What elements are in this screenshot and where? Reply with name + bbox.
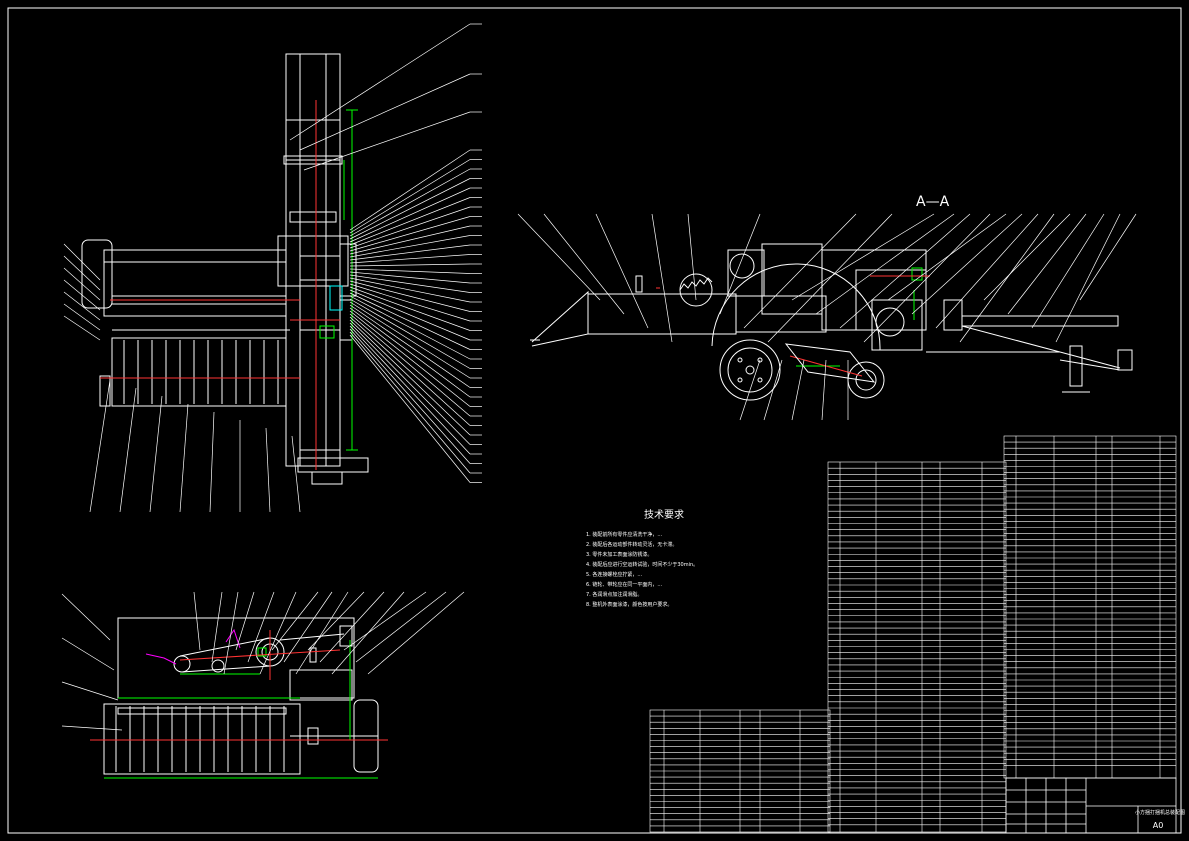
leader-line: [983, 213, 1071, 301]
leader-line: [595, 213, 649, 329]
leader-line: [743, 213, 857, 329]
leader-line: [935, 213, 1039, 329]
leader-line: [289, 23, 471, 141]
plan-tines: [115, 706, 285, 772]
leader-line: [61, 593, 111, 641]
notes-line: 4. 装配后应进行空运转试验，时间不少于30min。: [586, 561, 698, 568]
leader-line: [349, 254, 471, 264]
leader-line: [349, 197, 471, 246]
front-view: [81, 53, 369, 485]
notes-line: 5. 各连接螺栓应拧紧，...: [586, 571, 643, 578]
leader-line: [349, 168, 471, 237]
leader-line: [911, 213, 1023, 315]
leader-line: [349, 206, 471, 249]
leader-line: [303, 111, 471, 171]
leader-line: [193, 591, 201, 651]
leader-line: [223, 591, 239, 675]
sheet-border: [7, 7, 1182, 834]
leader-line: [349, 331, 471, 474]
leader-line: [61, 681, 119, 701]
leader-line: [291, 435, 301, 513]
plan-frame: [117, 617, 355, 699]
front-leader-lines: [63, 23, 482, 513]
notes-heading: 技术要求: [644, 508, 684, 521]
leader-line: [1055, 213, 1121, 343]
leader-line: [543, 213, 625, 315]
notes-line: 2. 装配后各运动部件转动灵活，无卡滞。: [586, 541, 677, 548]
side-centerlines: [656, 275, 930, 377]
leader-line: [349, 304, 471, 388]
leader-line: [211, 591, 223, 663]
leader-line: [349, 280, 471, 312]
side-chamber: [587, 293, 737, 335]
front-tines: [123, 340, 279, 404]
leader-line: [265, 427, 271, 513]
plan-view: [103, 617, 379, 775]
leader-line: [349, 310, 471, 407]
leader-line: [349, 325, 471, 455]
drawing-sheet: A—A 技术要求 1. 装配前所有零件应清洗干净，... 2. 装配后各运动部件…: [7, 7, 1185, 834]
sheet-size-label: A0: [1153, 821, 1164, 830]
leader-line: [349, 289, 471, 341]
leader-line: [349, 235, 471, 258]
leader-line: [179, 403, 189, 513]
leader-line: [815, 213, 955, 315]
plan-leader-lines: [61, 591, 465, 731]
leader-line: [739, 359, 761, 421]
notes-line: 8. 整机外表面涂漆，颜色按用户要求。: [586, 601, 672, 608]
side-gear-teeth: [679, 277, 713, 291]
front-column: [285, 53, 341, 467]
leader-line: [349, 286, 471, 331]
leader-line: [1079, 213, 1137, 301]
leader-line: [209, 411, 215, 513]
leader-line: [821, 359, 827, 421]
leader-line: [149, 395, 163, 513]
title-block: [1005, 777, 1177, 834]
leader-line: [791, 359, 805, 421]
leader-line: [259, 591, 297, 675]
notes-line: 1. 装配前所有零件应清洗干净，...: [586, 531, 663, 538]
side-leader-lines: [517, 213, 1137, 421]
leader-line: [887, 213, 1007, 301]
leader-line: [343, 591, 427, 651]
technical-notes: 技术要求 1. 装配前所有零件应清洗干净，... 2. 装配后各运动部件转动灵活…: [586, 508, 698, 608]
leader-line: [959, 213, 1055, 343]
front-housing: [103, 249, 287, 317]
leader-line: [349, 244, 471, 261]
notes-line: 3. 零件未加工表面涂防锈漆。: [586, 551, 652, 558]
leader-line: [119, 387, 137, 513]
leader-line: [271, 591, 319, 651]
leader-line: [349, 268, 471, 274]
notes-line: 6. 链轮、带轮应在同一平面内，...: [586, 581, 663, 588]
leader-line: [651, 213, 673, 343]
leader-line: [349, 313, 471, 417]
front-base: [297, 457, 369, 473]
title-block-label: 小方捆打捆机总装配图: [1135, 809, 1185, 816]
notes-line: 7. 各润滑点加注润滑脂。: [586, 591, 642, 598]
leader-line: [1031, 213, 1105, 329]
leader-line: [307, 591, 365, 651]
leader-line: [63, 315, 101, 341]
leader-line: [839, 213, 971, 329]
leader-line: [517, 213, 601, 301]
leader-line: [767, 213, 893, 343]
side-drawbar: [961, 315, 1119, 327]
leader-line: [349, 298, 471, 369]
leader-line: [349, 319, 471, 436]
plan-dimensions: [104, 640, 378, 779]
leader-line: [367, 591, 465, 675]
leader-line: [61, 637, 115, 671]
leader-line: [349, 301, 471, 379]
section-label: A—A: [916, 194, 950, 210]
leader-line: [61, 725, 123, 731]
leader-line: [349, 149, 471, 231]
leader-line: [349, 263, 471, 267]
leader-line: [763, 359, 783, 421]
leader-line: [355, 591, 447, 663]
parts-list-tables: [649, 435, 1177, 833]
